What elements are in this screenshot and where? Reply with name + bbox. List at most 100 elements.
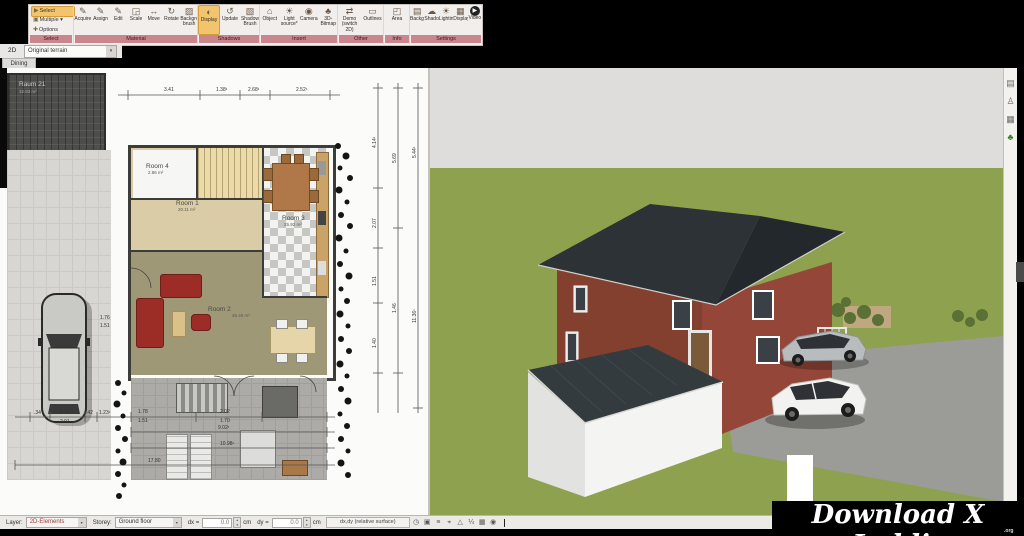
dy-input[interactable]: 0.0: [272, 518, 302, 528]
sofa: [160, 274, 202, 298]
room-2-area: 45.49 m²: [232, 314, 250, 319]
dim-label: 1.23¹: [99, 411, 110, 416]
demo-switch-2d-button[interactable]: ⇄Demo (switch 2D): [338, 5, 361, 35]
bbq-cabinet: [262, 386, 298, 418]
plants-icon[interactable]: ♣: [1004, 130, 1017, 144]
scale-button[interactable]: ◲Scale: [127, 5, 145, 35]
view-mode-label: 2D: [8, 47, 16, 54]
rotate-button[interactable]: ↻Rotate: [163, 5, 181, 35]
dim-label: 10.98¹: [220, 442, 234, 447]
room-21: Raum 21 32.93 m²: [7, 73, 106, 154]
dim-label: 2.52¹: [296, 88, 307, 93]
view-select[interactable]: Original terrain ▾: [24, 45, 117, 58]
storey-select[interactable]: Ground floor ▾: [115, 517, 182, 528]
clock-icon[interactable]: ◷: [412, 518, 421, 527]
dim-label: .34: [34, 411, 41, 416]
coffee-table: [172, 311, 186, 337]
bitmap3d-button[interactable]: ♣3D-Bitmap: [319, 5, 339, 35]
room-21-area: 32.93 m²: [19, 90, 37, 95]
canvas-edge: [0, 68, 7, 188]
shadows-settings-button[interactable]: ☁Shadows: [424, 5, 438, 35]
group-label-info: Info: [385, 35, 409, 43]
background-settings-button[interactable]: ▤Background: [410, 5, 424, 35]
assign-button[interactable]: ✎Assign: [92, 5, 110, 35]
shadow-brush-button[interactable]: ▧Shadow Brush: [240, 5, 260, 35]
snap-icon[interactable]: ▣: [423, 518, 432, 527]
edit-button[interactable]: ✎Edit: [109, 5, 127, 35]
camera-button[interactable]: ◉Camera: [299, 5, 319, 35]
multiple-icon: ▣: [33, 17, 39, 23]
insert-object-button[interactable]: ⌂Object: [260, 5, 280, 35]
dim-label: 17.80: [148, 459, 161, 464]
area-button[interactable]: ◰Area: [384, 5, 410, 35]
options-button[interactable]: ✚Options: [31, 26, 73, 35]
fraction-icon[interactable]: ¼: [467, 518, 476, 527]
background-brush-button[interactable]: ▨Background brush: [180, 5, 198, 35]
chevron-down-icon: ▾: [106, 46, 116, 57]
materials-icon[interactable]: ▦: [1004, 112, 1017, 126]
chair: [263, 168, 273, 181]
dx-unit: cm: [243, 520, 251, 526]
chair: [296, 319, 308, 329]
lounger: [190, 434, 212, 480]
dim-label: 3.41: [164, 88, 174, 93]
target-icon[interactable]: ⌖: [445, 518, 454, 527]
outlines-button[interactable]: ▭Outlines: [361, 5, 384, 35]
dining-table: [272, 163, 310, 211]
view-3d-canvas[interactable]: [430, 68, 1003, 515]
person-icon[interactable]: ♙: [1004, 94, 1017, 108]
lighting-settings-button[interactable]: ☀Lighting: [439, 5, 453, 35]
chair: [309, 168, 319, 181]
chair: [276, 353, 288, 363]
dim-label: 5.69: [393, 153, 398, 163]
roof-layers-icon[interactable]: ▤: [1004, 76, 1017, 90]
multiple-button[interactable]: ▣Multiple ▾: [31, 16, 73, 25]
group-label-select: Select: [30, 35, 72, 43]
display-settings-button[interactable]: ▦Display: [453, 5, 467, 35]
center-icon[interactable]: ◉: [489, 518, 498, 527]
dim-label: 1.46: [393, 303, 398, 313]
group-label-other: Other: [339, 35, 383, 43]
dim-label: .42: [86, 411, 93, 416]
light-source-button[interactable]: ☀Light source*: [280, 5, 300, 35]
ribbon-group-info: ◰Area Info: [383, 5, 410, 44]
group-label-material: Material: [75, 35, 197, 43]
dy-unit: cm: [313, 520, 321, 526]
room-4-area: 2.86 m²: [148, 171, 163, 176]
dim-label: 2.07: [373, 218, 378, 228]
group-label-insert: Insert: [261, 35, 337, 43]
list-icon[interactable]: ≡: [434, 518, 443, 527]
dim-label: 2.68¹: [248, 88, 259, 93]
dy-stepper[interactable]: ▴▾: [303, 517, 311, 528]
dim-label: 1.51: [373, 276, 378, 286]
room-2-label: Room 2: [208, 306, 231, 313]
dx-input[interactable]: 0.0: [202, 518, 232, 528]
ribbon-group-other: ⇄Demo (switch 2D) ▭Outlines Other: [337, 5, 384, 44]
dim-label: 2.26: [60, 411, 70, 416]
dim-label: 1.76: [100, 316, 110, 321]
acquire-button[interactable]: ✎Acquire: [74, 5, 92, 35]
plan-2d-canvas[interactable]: Raum 21 32.93 m²: [0, 68, 428, 515]
chevron-down-icon: ▾: [78, 518, 86, 527]
angle-icon[interactable]: △: [456, 518, 465, 527]
options-icon: ✚: [33, 27, 38, 33]
dim-label: 5.44¹: [413, 147, 418, 158]
cursor-icon: ▶: [34, 8, 39, 14]
chair: [276, 319, 288, 329]
scrollbar-handle[interactable]: [1016, 262, 1024, 282]
dx-stepper[interactable]: ▴▾: [233, 517, 241, 528]
lounger: [166, 434, 188, 480]
sky: [430, 68, 1003, 168]
update-shadows-button[interactable]: ↺Update: [220, 5, 240, 35]
room-1-area: 20.11 m²: [178, 208, 195, 213]
video-button[interactable]: ▶Video: [468, 5, 482, 35]
grid-icon[interactable]: ▦: [478, 518, 487, 527]
display-shadows-button[interactable]: ◐Display: [198, 5, 220, 35]
storey-label: Storey:: [93, 520, 112, 526]
chair: [263, 190, 273, 203]
dy-label: dy =: [257, 520, 269, 526]
chair: [281, 154, 291, 164]
view-toolbar: 2D Original terrain ▾: [0, 44, 122, 58]
layer-select[interactable]: 2D-Elements ▾: [26, 517, 87, 528]
move-button[interactable]: ↔Move: [145, 5, 163, 35]
